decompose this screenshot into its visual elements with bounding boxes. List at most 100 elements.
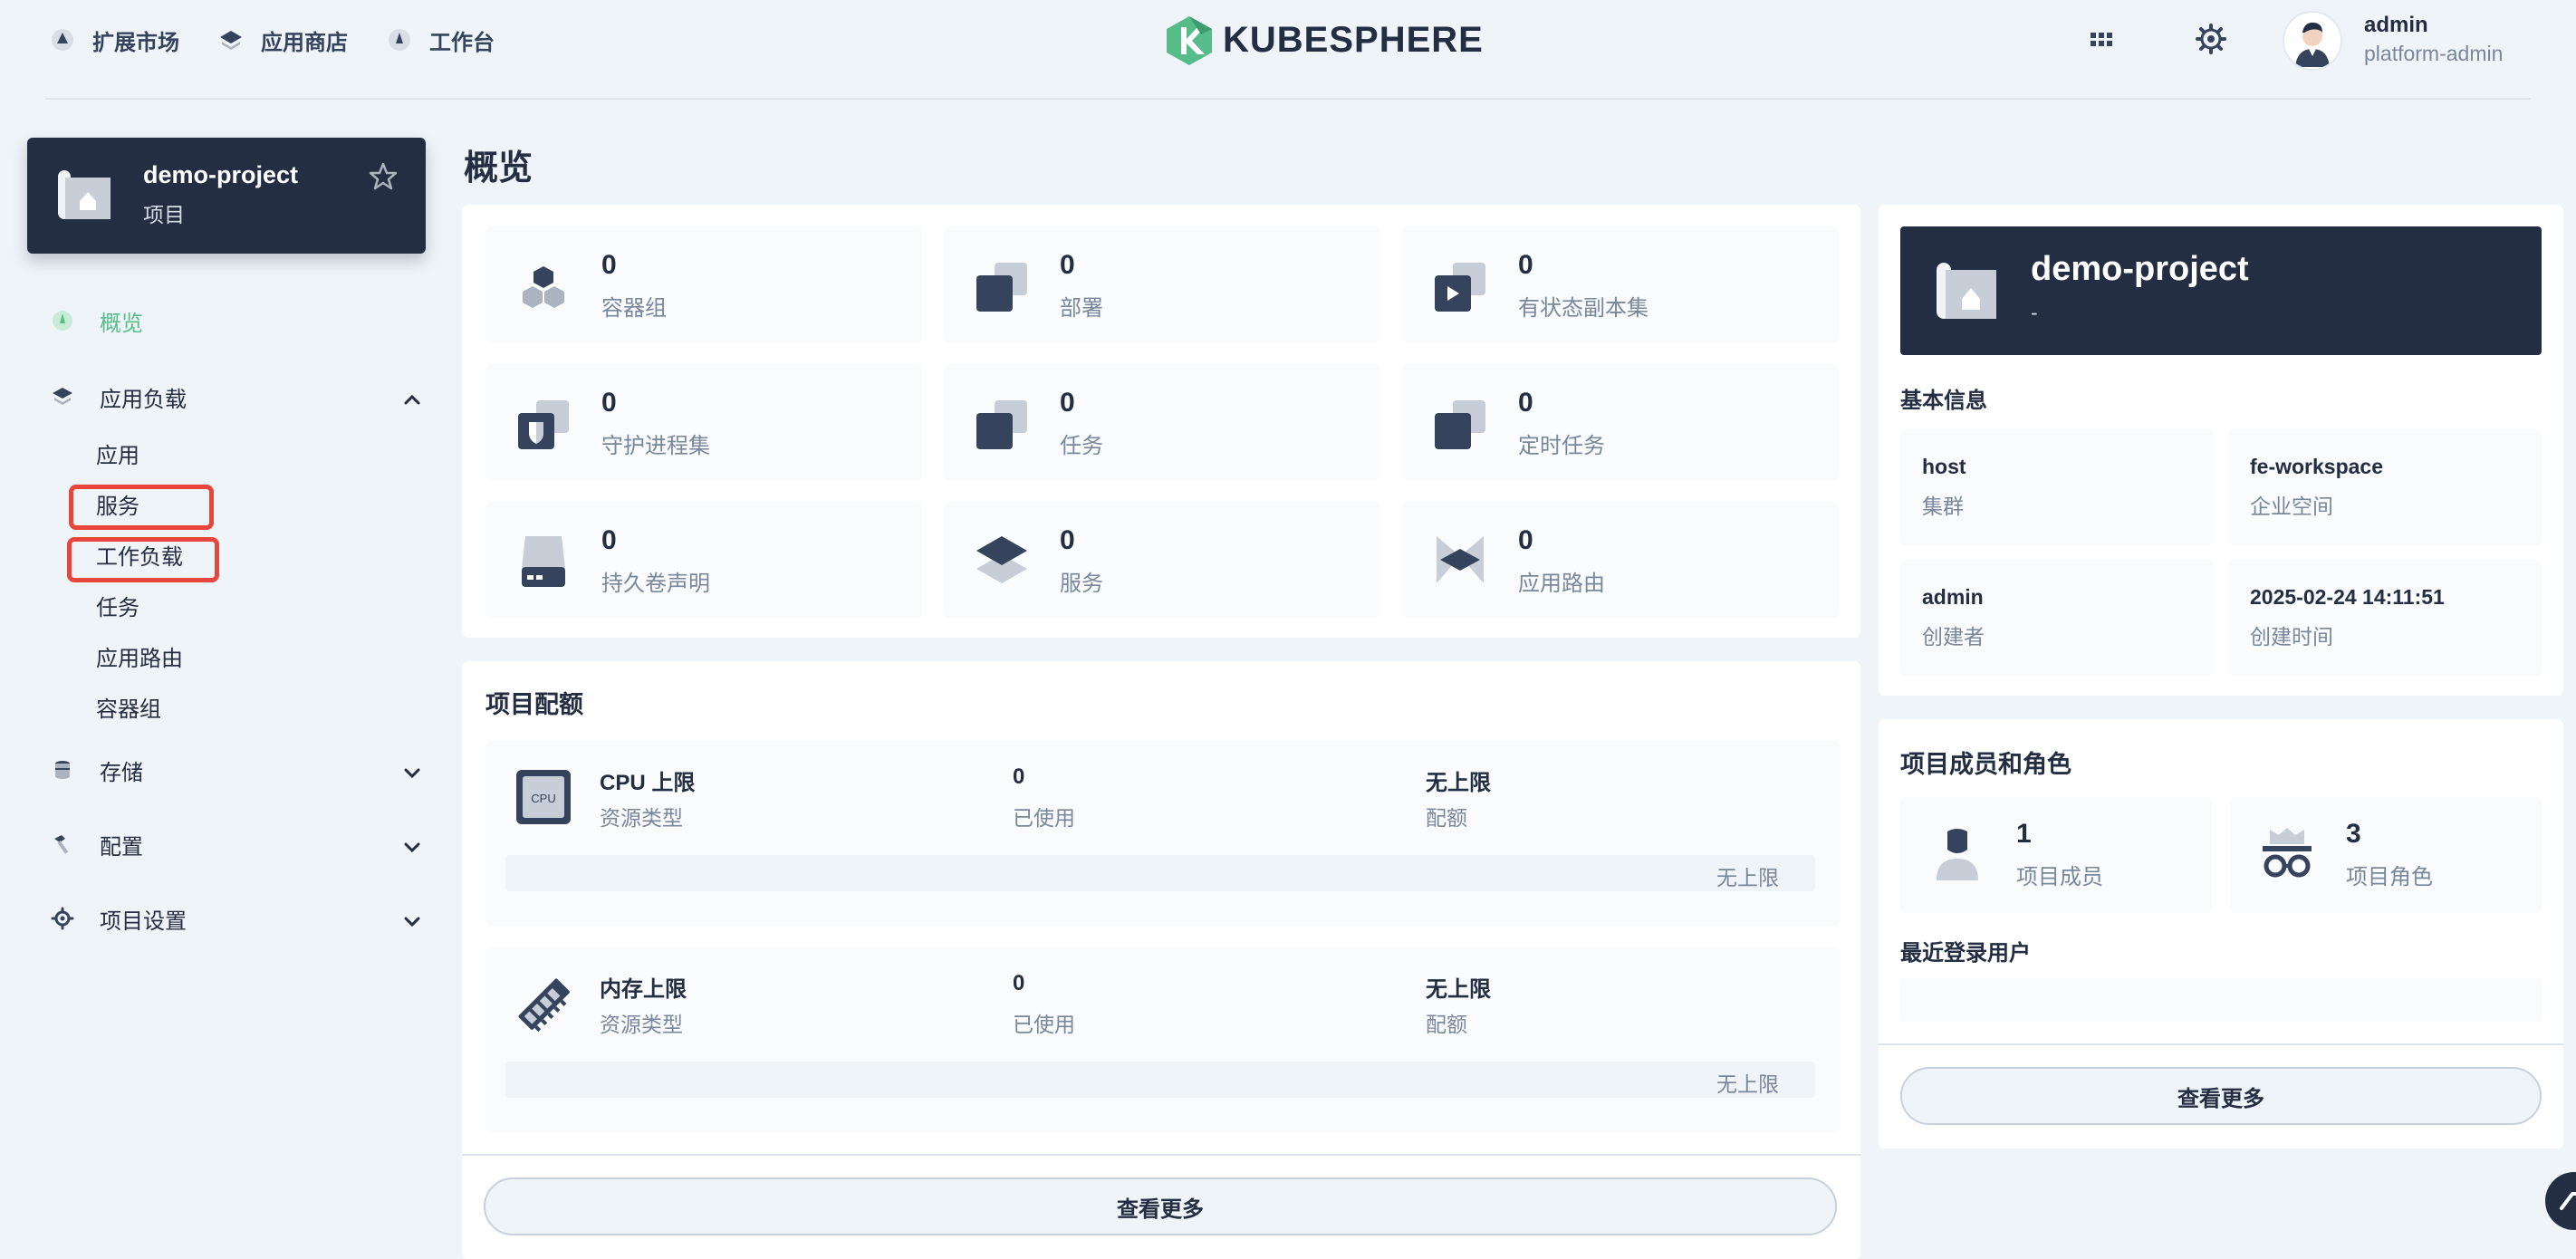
service-icon: [971, 529, 1033, 591]
resource-count: 0: [601, 250, 617, 280]
kubesphere-logo[interactable]: KUBESPHERE: [1165, 14, 1484, 65]
project-icon: [1933, 257, 2000, 324]
quota-name: CPU 上限: [600, 771, 696, 795]
info-card-created-time: 2025-02-24 14:11:51 创建时间: [2228, 560, 2542, 676]
user-avatar[interactable]: [2283, 11, 2342, 71]
project-name: demo-project: [2031, 250, 2249, 288]
quota-usage-bar: 无上限: [505, 1062, 1815, 1098]
pvc-icon: [513, 529, 574, 591]
resource-label: 容器组: [601, 296, 667, 321]
sidebar-group-app-workloads[interactable]: 应用负载: [51, 379, 187, 415]
sidebar-item-ingress[interactable]: 应用路由: [96, 644, 183, 675]
resource-card-jobs[interactable]: 0 任务: [944, 364, 1380, 480]
recent-login-list: [1900, 978, 2542, 1022]
sidebar-group-storage-label: 存储: [100, 760, 143, 785]
statefulset-icon: [1429, 254, 1491, 315]
overview-icon: [51, 309, 74, 332]
resource-card-services[interactable]: 0 服务: [944, 502, 1380, 618]
resource-count: 0: [1518, 525, 1533, 555]
quota-title: 项目配额: [485, 691, 583, 718]
apps-grid-icon[interactable]: [2089, 27, 2114, 53]
nav-workbench-label: 工作台: [429, 30, 495, 55]
arrow-up-icon: [2560, 1192, 2576, 1210]
resource-label: 任务: [1060, 434, 1103, 458]
top-nav: 扩展市场 应用商店 工作台: [49, 24, 495, 56]
info-value: admin: [1922, 585, 1984, 609]
chevron-down-icon[interactable]: [400, 761, 424, 784]
job-icon: [971, 391, 1033, 453]
page-title: 概览: [464, 149, 533, 187]
chevron-down-icon[interactable]: [400, 835, 424, 859]
storage-icon: [51, 758, 74, 782]
extensions-icon: [49, 26, 76, 53]
info-card-workspace: fe-workspace 企业空间: [2228, 429, 2542, 545]
cpu-icon-text: CPU: [531, 792, 555, 805]
role-icon: [2257, 824, 2317, 884]
sidebar-project-card[interactable]: demo-project 项目: [27, 138, 426, 254]
info-key: 企业空间: [2250, 495, 2333, 518]
members-card[interactable]: 1 项目成员: [1900, 797, 2212, 913]
sidebar-item-apps[interactable]: 应用: [96, 441, 139, 472]
sidebar-item-overview-label: 概览: [100, 311, 143, 336]
quota-used-label: 已使用: [1013, 1013, 1075, 1036]
app-store-icon: [217, 26, 245, 53]
resource-label: 守护进程集: [601, 434, 710, 458]
info-key: 集群: [1922, 495, 1964, 518]
resource-card-pvc[interactable]: 0 持久卷声明: [485, 502, 922, 618]
scroll-to-top-button[interactable]: [2545, 1172, 2576, 1230]
cronjob-icon: [1429, 391, 1491, 453]
settings-gear-icon[interactable]: [2196, 24, 2226, 54]
favorite-star-icon[interactable]: [368, 161, 399, 192]
quota-limit: 无上限: [1426, 977, 1491, 1002]
quota-card-cpu: CPU CPU 上限 资源类型 0 已使用 无上限 配额 无上限: [485, 741, 1841, 926]
chevron-up-icon[interactable]: [400, 388, 424, 411]
resource-label: 有状态副本集: [1518, 296, 1648, 321]
member-icon: [1927, 824, 1987, 884]
resource-label: 部署: [1060, 296, 1103, 321]
sidebar-item-pods[interactable]: 容器组: [96, 695, 161, 726]
resource-card-statefulsets[interactable]: 0 有状态副本集: [1402, 226, 1839, 342]
project-description: -: [2031, 301, 2038, 324]
sidebar-item-jobs[interactable]: 任务: [96, 593, 139, 624]
members-count: 1: [2016, 819, 2032, 849]
quota-limit-label: 配额: [1426, 1013, 1467, 1036]
roles-card[interactable]: 3 项目角色: [2230, 797, 2542, 913]
sidebar-group-storage[interactable]: 存储: [51, 752, 143, 788]
resource-card-ingress[interactable]: 0 应用路由: [1402, 502, 1839, 618]
resource-count: 0: [1518, 250, 1533, 280]
quota-divider: [462, 1154, 1860, 1156]
nav-app-store[interactable]: 应用商店: [217, 24, 348, 56]
info-value: 2025-02-24 14:11:51: [2250, 585, 2445, 609]
highlight-box-services: [69, 485, 214, 530]
info-value[interactable]: fe-workspace: [2250, 455, 2383, 479]
sidebar-group-config[interactable]: 配置: [51, 826, 143, 862]
info-key: 创建者: [1922, 625, 1985, 649]
resource-card-deployments[interactable]: 0 部署: [944, 226, 1380, 342]
sidebar-item-workloads[interactable]: 工作负载: [96, 543, 183, 573]
nav-extensions[interactable]: 扩展市场: [49, 24, 179, 56]
pods-icon: [513, 254, 574, 315]
user-name[interactable]: admin: [2364, 13, 2428, 38]
chevron-down-icon[interactable]: [400, 909, 424, 933]
resource-card-cronjobs[interactable]: 0 定时任务: [1402, 364, 1839, 480]
resource-card-pods[interactable]: 0 容器组: [485, 226, 922, 342]
workbench-icon: [386, 26, 413, 53]
sidebar-group-project-settings-label: 项目设置: [100, 908, 187, 934]
quota-bar-text: 无上限: [1716, 866, 1779, 889]
sidebar-group-project-settings[interactable]: 项目设置: [51, 900, 187, 937]
basic-info-title: 基本信息: [1900, 389, 1987, 413]
resource-count: 0: [601, 525, 617, 555]
quota-bar-text: 无上限: [1716, 1072, 1779, 1096]
quota-more-button[interactable]: 查看更多: [484, 1177, 1837, 1235]
resource-count: 0: [1060, 388, 1075, 418]
resource-card-daemonsets[interactable]: 0 守护进程集: [485, 364, 922, 480]
resource-label: 持久卷声明: [601, 572, 710, 596]
nav-workbench[interactable]: 工作台: [386, 24, 495, 56]
members-more-button[interactable]: 查看更多: [1900, 1067, 2542, 1125]
sidebar-item-services[interactable]: 服务: [96, 492, 139, 523]
daemonset-icon: [513, 391, 574, 453]
sidebar-item-overview[interactable]: 概览: [51, 303, 143, 339]
sidebar-project-name: demo-project: [143, 161, 299, 188]
sidebar-group-app-workloads-label: 应用负载: [100, 387, 187, 412]
top-divider: [45, 98, 2531, 100]
